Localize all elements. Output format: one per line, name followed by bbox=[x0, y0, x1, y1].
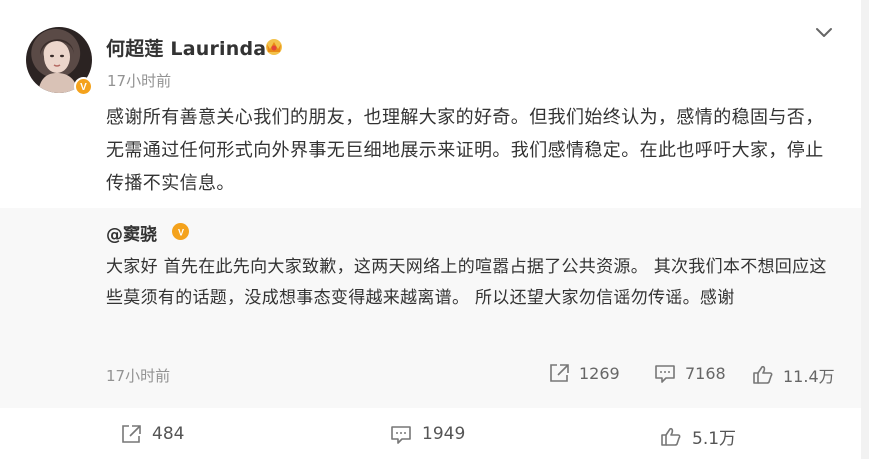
share-forward-icon bbox=[122, 425, 141, 443]
svg-text:V: V bbox=[177, 227, 183, 237]
forward-button[interactable]: 484 bbox=[120, 424, 184, 444]
repost-comment-button[interactable]: 7168 bbox=[654, 363, 726, 383]
share-forward-icon bbox=[550, 364, 569, 382]
comment-button[interactable]: 1949 bbox=[390, 424, 465, 444]
like-count: 5.1万 bbox=[692, 429, 737, 449]
repost-forward-button[interactable]: 1269 bbox=[548, 363, 620, 383]
forward-count: 484 bbox=[152, 424, 185, 444]
verified-badge-icon: V bbox=[74, 77, 93, 96]
author-name[interactable]: 何超莲 Laurinda bbox=[106, 34, 266, 61]
repost-forward-count: 1269 bbox=[579, 363, 620, 383]
like-button[interactable]: 5.1万 bbox=[660, 424, 736, 449]
comment-icon bbox=[391, 426, 411, 444]
reposted-content[interactable]: @窦骁 V 大家好 首先在此先向大家致歉，这两天网络上的喧嚣占据了公共资源。 其… bbox=[0, 208, 861, 408]
post-timestamp[interactable]: 17小时前 bbox=[107, 70, 171, 91]
repost-timestamp[interactable]: 17小时前 bbox=[106, 365, 170, 386]
chevron-down-icon bbox=[816, 28, 832, 37]
repost-text: 大家好 首先在此先向大家致歉，这两天网络上的喧嚣占据了公共资源。 其次我们本不想… bbox=[106, 257, 827, 308]
post-text: 感谢所有善意关心我们的朋友，也理解大家的好奇。但我们始终认为，感情的稳固与否，无… bbox=[106, 107, 824, 194]
thumbs-up-icon bbox=[661, 427, 681, 446]
comment-count: 1949 bbox=[422, 424, 466, 444]
post-menu-button[interactable] bbox=[812, 22, 836, 44]
repost-like-count: 11.4万 bbox=[783, 367, 835, 386]
svg-text:V: V bbox=[80, 82, 87, 92]
thumbs-up-icon bbox=[753, 365, 773, 384]
comment-icon bbox=[655, 365, 675, 383]
scrollbar-track[interactable] bbox=[861, 0, 869, 459]
repost-comment-count: 7168 bbox=[685, 363, 726, 383]
vip-crown-icon bbox=[266, 39, 282, 55]
repost-like-button[interactable]: 11.4万 bbox=[752, 363, 835, 387]
repost-author-name[interactable]: @窦骁 bbox=[106, 220, 157, 245]
post-card: V 何超莲 Laurinda 17小时前 感谢所有善意关心我们的朋友，也理解大家… bbox=[0, 0, 861, 459]
verified-badge-icon: V bbox=[172, 223, 189, 240]
